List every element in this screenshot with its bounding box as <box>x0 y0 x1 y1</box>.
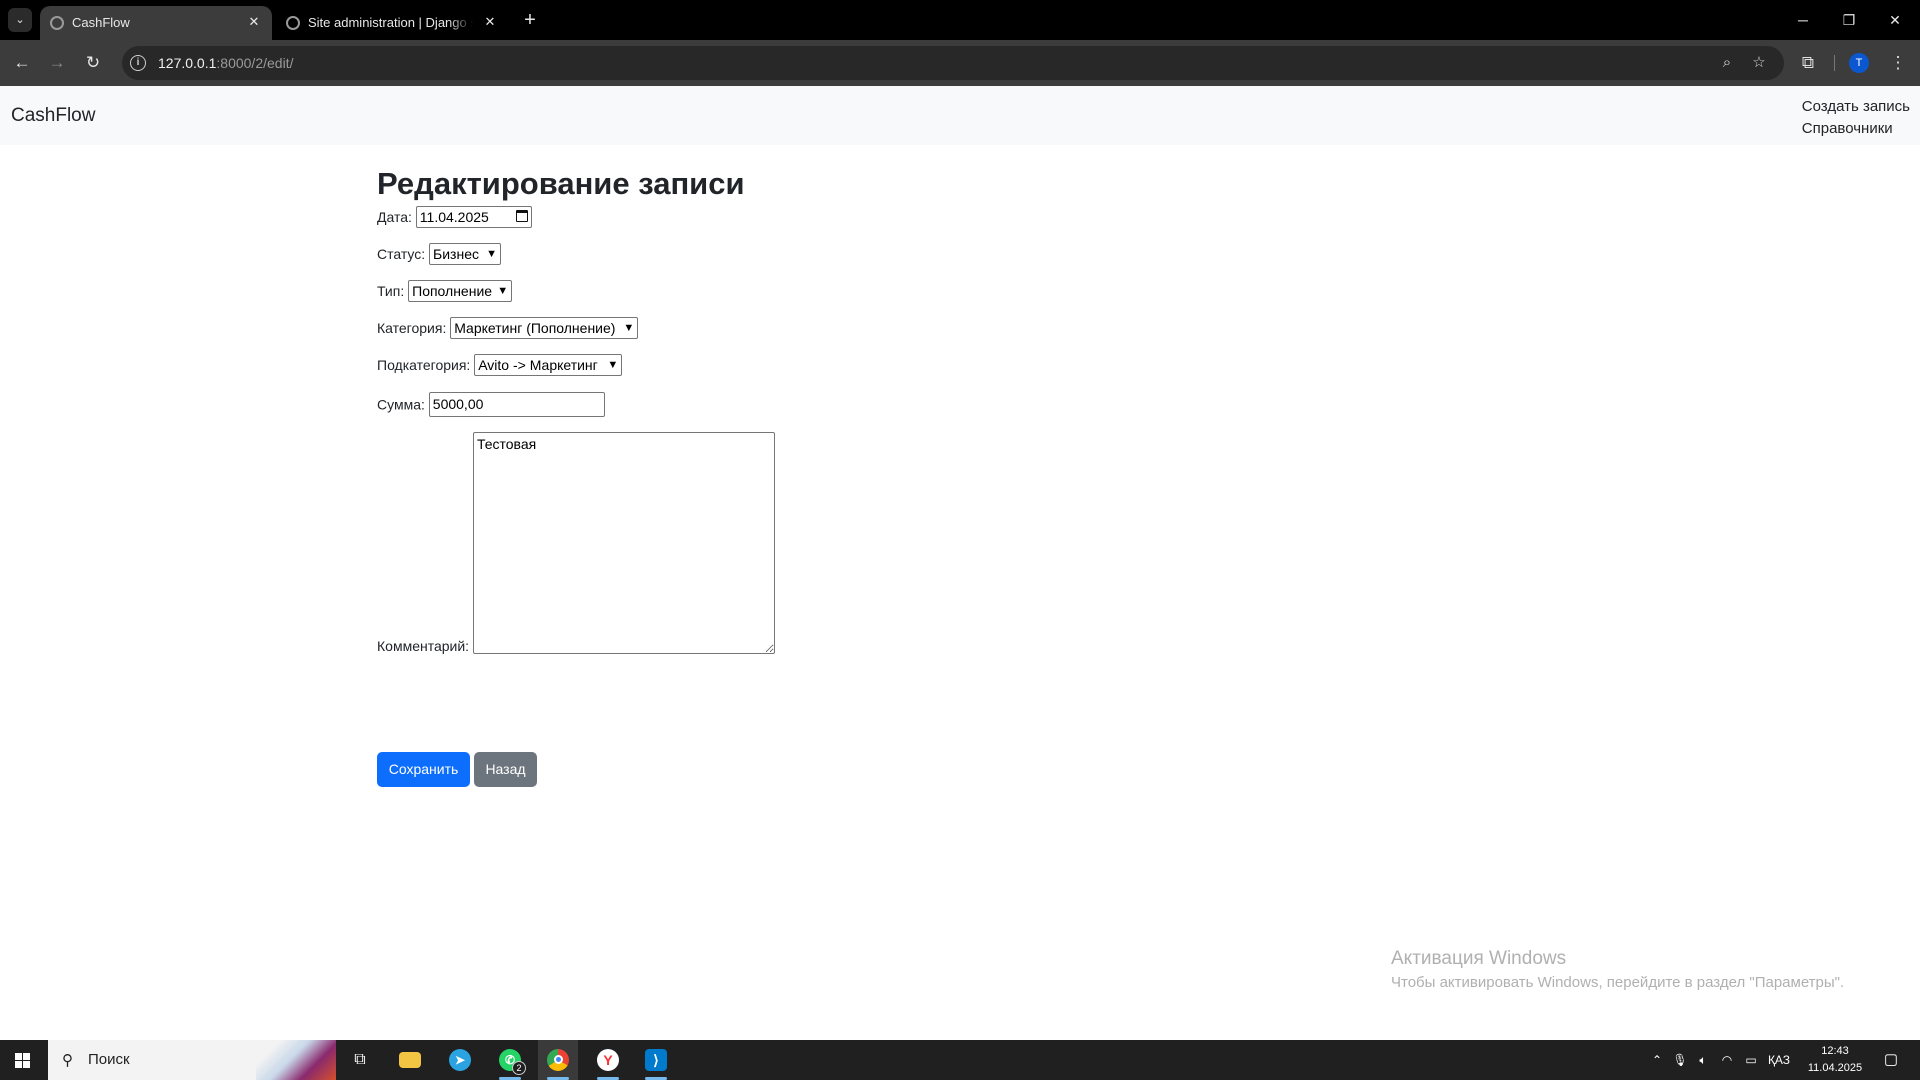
back-button[interactable]: Назад <box>474 752 537 787</box>
date-input[interactable]: 11.04.2025 <box>415 206 532 228</box>
notifications-icon[interactable]: ▢ <box>1876 1040 1906 1080</box>
clock-date: 11.04.2025 <box>1807 1062 1863 1074</box>
whatsapp-unread-badge: 2 <box>512 1061 526 1075</box>
search-placeholder: Поиск <box>88 1051 130 1068</box>
search-icon: ⚲ <box>62 1052 73 1069</box>
page: CashFlow Создать запись Справочники Реда… <box>0 86 1920 1040</box>
tab-cashflow[interactable]: CashFlow ✕ <box>40 6 272 40</box>
status-label: Статус: <box>377 246 426 262</box>
type-value: Пополнение <box>412 283 493 299</box>
yandex-browser-icon[interactable]: Y <box>588 1040 628 1080</box>
toolbar-divider <box>1834 55 1835 71</box>
subcategory-label: Подкатегория: <box>377 357 471 373</box>
clock-time: 12:43 <box>1821 1045 1849 1057</box>
minimize-icon[interactable]: ─ <box>1780 6 1826 34</box>
brand-link[interactable]: CashFlow <box>11 105 95 127</box>
vscode-icon[interactable]: ⟩ <box>636 1040 676 1080</box>
save-button[interactable]: Сохранить <box>377 752 470 787</box>
page-title: Редактирование записи <box>377 166 745 201</box>
chrome-icon[interactable] <box>538 1040 578 1080</box>
nav-links: Создать запись Справочники <box>1802 96 1910 140</box>
category-label: Категория: <box>377 320 447 336</box>
amount-value: 5000,00 <box>432 396 484 412</box>
comment-label: Комментарий: <box>377 638 470 654</box>
comment-row: Комментарий: Тестовая <box>377 432 775 654</box>
close-icon[interactable]: ✕ <box>482 14 498 30</box>
date-value: 11.04.2025 <box>419 209 489 225</box>
nav-references-link[interactable]: Справочники <box>1802 118 1910 140</box>
reload-icon[interactable]: ↻ <box>81 51 105 75</box>
windows-logo-icon <box>15 1053 30 1068</box>
file-explorer-icon[interactable] <box>390 1040 430 1080</box>
extensions-puzzle-icon[interactable]: ⧉ <box>1796 51 1820 75</box>
tab-title: Site administration | Django site admin <box>308 15 473 30</box>
comment-textarea[interactable]: Тестовая <box>472 432 775 654</box>
calendar-icon[interactable] <box>515 210 528 222</box>
type-label: Тип: <box>377 283 405 299</box>
category-row: Категория: Маркетинг (Пополнение) ▼ <box>377 317 639 339</box>
tab-search-chevron-icon[interactable]: ⌄ <box>8 8 32 32</box>
subcategory-row: Подкатегория: Avito -> Маркетинг ▼ <box>377 354 623 376</box>
status-row: Статус: Бизнес ▼ <box>377 243 502 265</box>
edit-form: Редактирование записи Дата: 11.04.2025 С… <box>377 164 1077 787</box>
windows-taskbar: ⚲ Поиск ⧉ ➤ ✆ 2 Y ⟩ ⌃ 🎙︎ 🔈︎ ◠ ▭ ҚАЗ 12:4… <box>0 1040 1920 1080</box>
globe-icon <box>286 16 300 30</box>
chevron-down-icon: ▼ <box>497 285 509 297</box>
address-bar[interactable]: i 127.0.0.1:8000/2/edit/ ⌕ ☆ <box>122 46 1784 80</box>
url-path: :8000/2/edit/ <box>216 55 294 71</box>
nav-create-record-link[interactable]: Создать запись <box>1802 96 1910 118</box>
tray-overflow-chevron-icon[interactable]: ⌃ <box>1647 1040 1667 1080</box>
telegram-icon[interactable]: ➤ <box>440 1040 480 1080</box>
microphone-icon[interactable]: 🎙︎ <box>1670 1040 1690 1080</box>
browser-toolbar: ← → ↻ i 127.0.0.1:8000/2/edit/ ⌕ ☆ ⧉ T ⋮ <box>0 40 1920 86</box>
start-button[interactable] <box>0 1040 46 1080</box>
system-clock[interactable]: 12:43 11.04.2025 <box>1800 1043 1870 1077</box>
status-value: Бизнес <box>433 246 479 262</box>
globe-icon <box>50 16 64 30</box>
date-label: Дата: <box>377 209 412 225</box>
chevron-down-icon: ▼ <box>623 322 635 334</box>
category-select[interactable]: Маркетинг (Пополнение) ▼ <box>450 317 639 339</box>
close-icon[interactable]: ✕ <box>246 14 262 30</box>
category-value: Маркетинг (Пополнение) <box>454 320 616 336</box>
language-indicator[interactable]: ҚАЗ <box>1764 1040 1794 1080</box>
new-tab-plus-icon[interactable]: + <box>518 8 542 32</box>
chevron-down-icon: ▼ <box>486 248 498 260</box>
bookmark-star-icon[interactable]: ☆ <box>1750 54 1768 72</box>
date-row: Дата: 11.04.2025 <box>377 206 532 228</box>
restore-icon[interactable]: ❐ <box>1826 6 1872 34</box>
forward-arrow-icon[interactable]: → <box>45 51 69 75</box>
watermark-title: Активация Windows <box>1391 948 1567 969</box>
task-view-icon[interactable]: ⧉ <box>340 1040 380 1080</box>
browser-tab-bar: ⌄ CashFlow ✕ Site administration | Djang… <box>0 0 1920 40</box>
profile-avatar[interactable]: T <box>1849 53 1869 73</box>
back-arrow-icon[interactable]: ← <box>10 51 34 75</box>
wifi-icon[interactable]: ◠ <box>1716 1040 1738 1080</box>
chevron-down-icon: ▼ <box>607 359 619 371</box>
subcategory-select[interactable]: Avito -> Маркетинг ▼ <box>474 354 623 376</box>
subcategory-value: Avito -> Маркетинг <box>478 357 598 373</box>
window-close-icon[interactable]: ✕ <box>1872 6 1918 34</box>
battery-icon[interactable]: ▭ <box>1740 1040 1762 1080</box>
windows-activation-watermark: Активация Windows Чтобы активировать Win… <box>1391 948 1844 991</box>
status-select[interactable]: Бизнес ▼ <box>429 243 502 265</box>
site-navbar: CashFlow Создать запись Справочники <box>0 86 1920 145</box>
tab-title: CashFlow <box>72 15 130 30</box>
amount-input[interactable]: 5000,00 <box>428 392 605 417</box>
type-select[interactable]: Пополнение ▼ <box>408 280 513 302</box>
volume-icon[interactable]: 🔈︎ <box>1693 1040 1713 1080</box>
zoom-icon[interactable]: ⌕ <box>1718 54 1736 72</box>
url-host: 127.0.0.1 <box>158 55 217 71</box>
amount-label: Сумма: <box>377 396 425 413</box>
menu-kebab-icon[interactable]: ⋮ <box>1886 51 1910 75</box>
type-row: Тип: Пополнение ▼ <box>377 280 513 302</box>
site-info-icon[interactable]: i <box>130 55 146 71</box>
url-text[interactable]: 127.0.0.1:8000/2/edit/ <box>158 55 293 71</box>
search-highlight-illustration <box>256 1040 336 1080</box>
whatsapp-icon[interactable]: ✆ 2 <box>490 1040 530 1080</box>
taskbar-search-box[interactable]: ⚲ Поиск <box>48 1040 336 1080</box>
watermark-subtitle: Чтобы активировать Windows, перейдите в … <box>1391 974 1845 991</box>
tab-django-admin[interactable]: Site administration | Django site admin … <box>276 6 508 40</box>
amount-row: Сумма: 5000,00 <box>377 392 605 417</box>
